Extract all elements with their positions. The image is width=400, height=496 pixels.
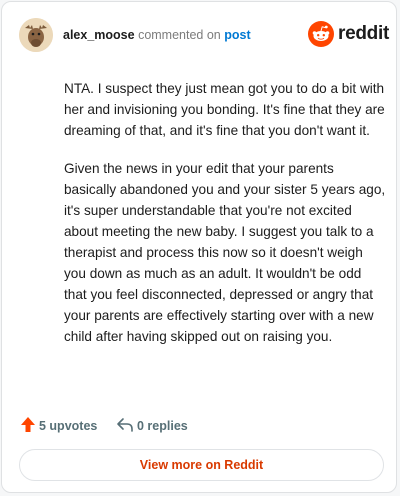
comment-meta: alex_moose commented on post xyxy=(63,28,251,42)
reddit-brand[interactable]: reddit xyxy=(308,21,389,49)
post-link[interactable]: post xyxy=(224,28,250,42)
embedded-comment-card: alex_moose commented on post reddit NTA.… xyxy=(1,1,397,493)
reddit-wordmark: reddit xyxy=(338,23,389,44)
moose-avatar-icon xyxy=(19,18,53,52)
reddit-snoo-icon xyxy=(308,21,334,47)
upvote-arrow-icon xyxy=(21,417,35,432)
username-link[interactable]: alex_moose xyxy=(63,28,135,42)
comment-header: alex_moose commented on post reddit xyxy=(19,18,389,54)
user-avatar[interactable] xyxy=(19,18,53,52)
comment-body: NTA. I suspect they just mean got you to… xyxy=(64,78,386,364)
upvote-count: 5 upvotes xyxy=(39,419,98,433)
comment-paragraph: Given the news in your edit that your pa… xyxy=(64,161,386,344)
reply-count: 0 replies xyxy=(137,419,188,433)
reply-arrow-icon xyxy=(117,418,133,432)
action-text: commented on xyxy=(138,28,221,42)
comment-paragraph: NTA. I suspect they just mean got you to… xyxy=(64,81,385,138)
view-more-button[interactable]: View more on Reddit xyxy=(19,449,384,481)
